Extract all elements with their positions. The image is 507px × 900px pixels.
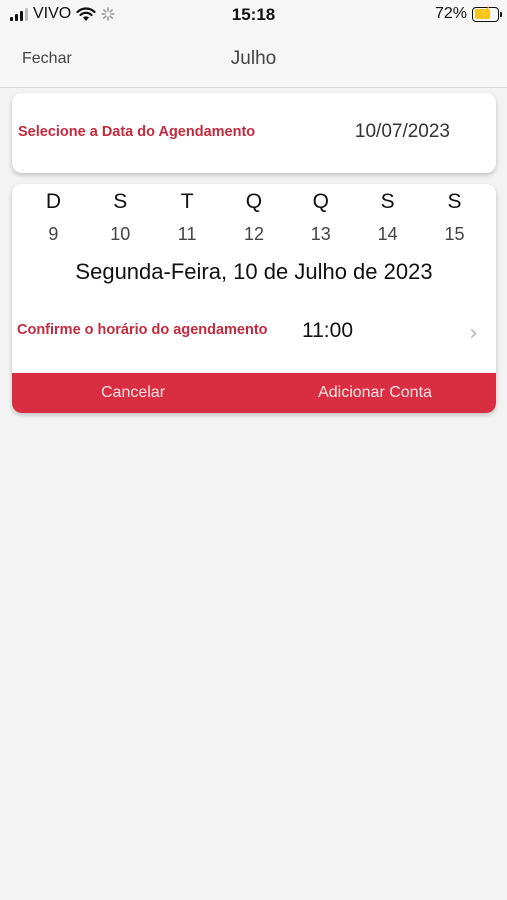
day-cell[interactable]: 12 — [234, 224, 274, 245]
time-confirm-row[interactable]: Confirme o horário do agendamento 11:00 … — [12, 318, 496, 348]
day-cell[interactable]: 9 — [33, 224, 73, 245]
page-title: Julho — [230, 48, 277, 69]
time-value: 11:00 — [302, 319, 353, 342]
day-cell[interactable]: 14 — [368, 224, 408, 245]
day-cell[interactable]: 10 — [100, 224, 140, 245]
weekday-label: S — [113, 190, 128, 213]
weekday-header: D S T Q Q S S — [12, 190, 496, 214]
bolt-icon: ⚡ — [478, 5, 493, 20]
day-cell[interactable]: 11 — [167, 224, 207, 245]
status-bar: VIVO 15:18 72% ⚡ — [0, 0, 507, 30]
time-label: Confirme o horário do agendamento — [17, 322, 268, 338]
weekday-label: Q — [245, 190, 263, 213]
navigation-bar: Fechar Julho — [0, 30, 507, 88]
action-bar: Cancelar Adicionar Conta — [12, 373, 496, 413]
add-account-button[interactable]: Adicionar Conta — [254, 373, 496, 413]
weekday-label: D — [45, 190, 61, 213]
battery-percent: 72% — [434, 5, 467, 22]
day-cell[interactable]: 13 — [301, 224, 341, 245]
date-selection-card: Selecione a Data do Agendamento 10/07/20… — [12, 93, 496, 173]
weekday-label: Q — [312, 190, 329, 213]
weekday-label: S — [380, 190, 395, 213]
status-right: 72% ⚡ — [434, 5, 502, 23]
weekday-label: T — [180, 190, 194, 213]
battery-charging-icon: ⚡ — [472, 5, 502, 22]
weekday-label: S — [447, 190, 462, 213]
status-time: 15:18 — [231, 5, 276, 24]
date-value-field[interactable]: 10/07/2023 — [355, 121, 450, 143]
date-label: Selecione a Data do Agendamento — [18, 124, 256, 140]
chevron-right-icon: › — [469, 321, 478, 346]
week-picker-card: D S T Q Q S S 9 10 11 12 13 14 15 Segund… — [12, 184, 496, 413]
day-cell[interactable]: 15 — [434, 224, 474, 245]
day-row: 9 10 11 12 13 14 15 — [12, 224, 496, 245]
selected-date-text: Segunda-Feira, 10 de Julho de 2023 — [75, 259, 433, 284]
cancel-button[interactable]: Cancelar — [12, 373, 254, 413]
